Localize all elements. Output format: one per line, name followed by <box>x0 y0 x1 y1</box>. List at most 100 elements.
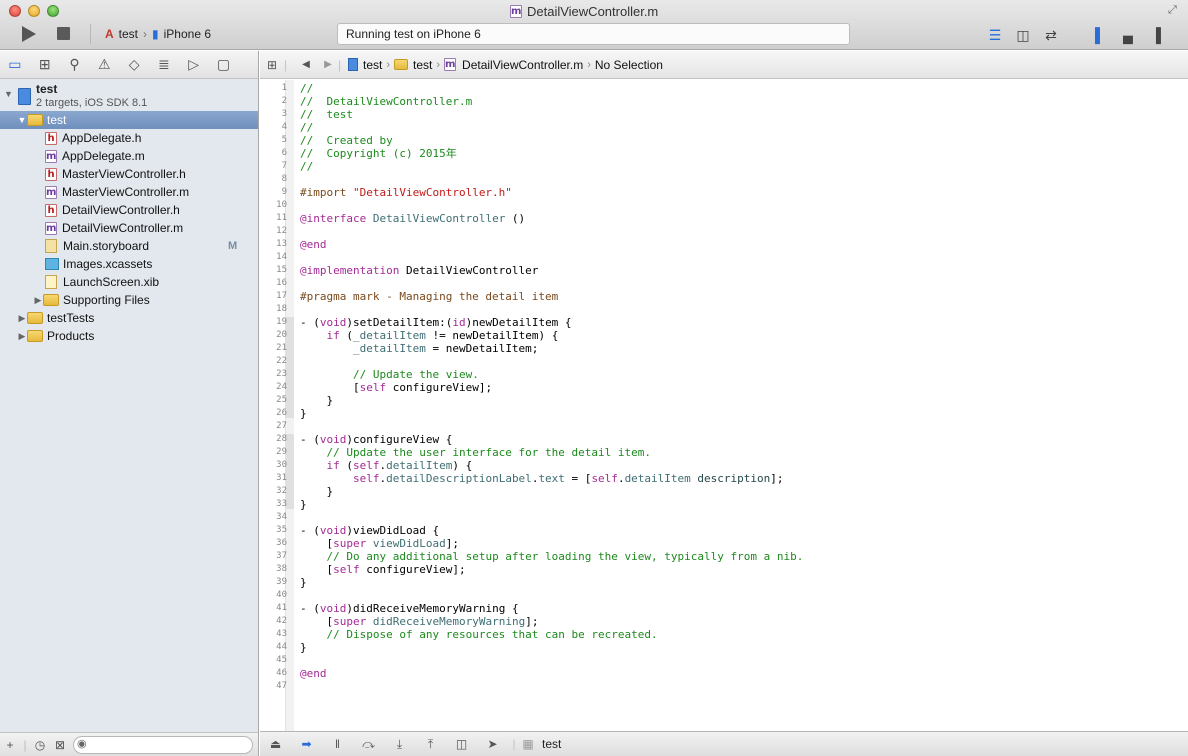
pause-icon[interactable]: ‖ <box>322 737 353 751</box>
code-line[interactable]: // test <box>300 108 353 121</box>
code-line[interactable]: } <box>300 498 307 511</box>
filter-search-field[interactable]: ◉ <box>73 736 253 754</box>
view-debugger-icon[interactable]: ◫ <box>446 737 477 751</box>
code-line[interactable]: if (_detailItem != newDetailItem) { <box>300 329 559 342</box>
breakpoints-toggle-icon[interactable]: ➡ <box>291 737 322 751</box>
navigator-file-row[interactable]: m DetailViewController.m <box>0 219 258 237</box>
close-window-button[interactable] <box>9 5 21 17</box>
code-line[interactable]: @implementation DetailViewController <box>300 264 538 277</box>
code-line[interactable]: // Update the user interface for the det… <box>300 446 652 459</box>
assistant-editor-icon[interactable]: ◫ <box>1009 25 1037 45</box>
fold-marker[interactable] <box>285 434 294 509</box>
code-line[interactable]: // <box>300 82 313 95</box>
code-line[interactable]: // <box>300 121 313 134</box>
code-line[interactable]: [super viewDidLoad]; <box>300 537 459 550</box>
navigator-file-row[interactable]: LaunchScreen.xib <box>0 273 258 291</box>
code-line[interactable]: } <box>300 485 333 498</box>
code-line[interactable]: } <box>300 641 307 654</box>
code-line[interactable]: [self configureView]; <box>300 563 465 576</box>
code-line[interactable]: // Dispose of any resources that can be … <box>300 628 658 641</box>
scheme-name[interactable]: test <box>119 27 138 41</box>
code-line[interactable]: @end <box>300 667 327 680</box>
back-arrow-icon[interactable]: ◀ <box>294 59 318 70</box>
code-line[interactable]: [super didReceiveMemoryWarning]; <box>300 615 538 628</box>
scm-filter-icon[interactable]: ⊠ <box>50 738 70 752</box>
navigator-file-row[interactable]: h DetailViewController.h <box>0 201 258 219</box>
navigator-file-row[interactable]: m MasterViewController.m <box>0 183 258 201</box>
navigator-file-row[interactable]: h MasterViewController.h <box>0 165 258 183</box>
debug-area-toggle-icon[interactable]: ▄ <box>1114 25 1142 45</box>
hide-debug-area-icon[interactable]: ⏏ <box>260 737 291 751</box>
breadcrumb-project[interactable]: test <box>348 58 382 72</box>
project-navigator-tab-icon[interactable]: ▭ <box>0 51 30 79</box>
fullscreen-icon[interactable]: ⤢ <box>1168 4 1182 18</box>
disclosure-collapsed-icon[interactable]: ▶ <box>17 313 27 324</box>
add-icon[interactable]: + <box>0 738 20 752</box>
navigator-file-row[interactable]: Main.storyboard M <box>0 237 258 255</box>
code-line[interactable]: @interface DetailViewController () <box>300 212 525 225</box>
standard-editor-icon[interactable]: ☰ <box>981 25 1009 45</box>
device-name[interactable]: iPhone 6 <box>164 27 211 41</box>
code-line[interactable]: // Created by <box>300 134 393 147</box>
navigator-file-row[interactable]: Images.xcassets <box>0 255 258 273</box>
related-items-icon[interactable]: ⊞ <box>260 58 284 72</box>
step-over-icon[interactable]: ⤼ <box>353 737 384 752</box>
recent-files-icon[interactable]: ◷ <box>30 738 50 752</box>
code-line[interactable]: // DetailViewController.m <box>300 95 472 108</box>
project-root-row[interactable]: ▼ test 2 targets, iOS SDK 8.1 <box>0 81 258 111</box>
step-out-icon[interactable]: ⤒ <box>415 737 446 752</box>
test-navigator-tab-icon[interactable]: ◇ <box>119 51 149 79</box>
find-navigator-tab-icon[interactable]: ⚲ <box>60 51 90 79</box>
breakpoint-navigator-tab-icon[interactable]: ▷ <box>179 51 209 79</box>
debug-target-name[interactable]: test <box>542 737 561 751</box>
stop-button[interactable] <box>57 27 70 40</box>
navigator-group-row[interactable]: ▼ test <box>0 111 258 129</box>
scheme-selector[interactable]: A test › ▮ iPhone 6 <box>90 24 211 44</box>
code-line[interactable]: // Do any additional setup after loading… <box>300 550 804 563</box>
code-line[interactable]: self.detailDescriptionLabel.text = [self… <box>300 472 784 485</box>
breadcrumb-symbol[interactable]: No Selection <box>595 58 663 72</box>
step-into-icon[interactable]: ⤓ <box>384 737 415 752</box>
minimize-window-button[interactable] <box>28 5 40 17</box>
source-editor[interactable]: 1 // 2 // DetailViewController.m 3 // test 4 //… <box>260 80 1188 731</box>
breadcrumb-file[interactable]: m DetailViewController.m <box>444 58 583 72</box>
code-line[interactable]: // <box>300 160 313 173</box>
issue-navigator-tab-icon[interactable]: ⚠ <box>89 51 119 79</box>
code-line[interactable]: [self configureView]; <box>300 381 492 394</box>
navigator-toggle-icon[interactable]: ▌ <box>1086 25 1114 45</box>
code-token: // <box>300 121 314 134</box>
disclosure-collapsed-icon[interactable]: ▶ <box>33 295 43 306</box>
report-navigator-tab-icon[interactable]: ▢ <box>209 51 239 79</box>
simulate-location-icon[interactable]: ➤ <box>477 737 508 751</box>
code-line[interactable]: if (self.detailItem) { <box>300 459 473 472</box>
disclosure-expanded-icon[interactable]: ▼ <box>17 115 27 125</box>
code-line[interactable]: } <box>300 407 307 420</box>
forward-arrow-icon[interactable]: ▶ <box>318 59 338 70</box>
code-line[interactable]: - (void)configureView { <box>300 433 452 446</box>
navigator-group-row[interactable]: ▶ testTests <box>0 309 258 327</box>
code-line[interactable]: @end <box>300 238 327 251</box>
code-line[interactable]: // Update the view. <box>300 368 479 381</box>
code-line[interactable]: // Copyright (c) 2015年 <box>300 147 457 160</box>
code-line[interactable]: } <box>300 394 333 407</box>
zoom-window-button[interactable] <box>47 5 59 17</box>
navigator-file-row[interactable]: h AppDelegate.h <box>0 129 258 147</box>
code-line[interactable]: _detailItem = newDetailItem; <box>300 342 538 355</box>
debug-navigator-tab-icon[interactable]: ≣ <box>149 51 179 79</box>
code-line[interactable]: #pragma mark - Managing the detail item <box>300 290 558 303</box>
code-line[interactable]: - (void)setDetailItem:(id)newDetailItem … <box>300 316 572 329</box>
symbol-navigator-tab-icon[interactable]: ⊞ <box>30 51 60 79</box>
version-editor-icon[interactable]: ⇄ <box>1037 25 1065 45</box>
disclosure-expanded-icon[interactable]: ▼ <box>4 89 13 99</box>
utilities-toggle-icon[interactable]: ▐ <box>1142 25 1170 45</box>
code-line[interactable]: } <box>300 576 307 589</box>
run-button[interactable] <box>22 26 36 42</box>
breadcrumb-group[interactable]: test <box>394 58 432 72</box>
navigator-group-row[interactable]: ▶ Products <box>0 327 258 345</box>
code-line[interactable]: - (void)didReceiveMemoryWarning { <box>300 602 519 615</box>
code-line[interactable]: #import "DetailViewController.h" <box>300 186 512 199</box>
navigator-group-row[interactable]: ▶ Supporting Files <box>0 291 258 309</box>
navigator-file-row[interactable]: m AppDelegate.m <box>0 147 258 165</box>
code-line[interactable]: - (void)viewDidLoad { <box>300 524 439 537</box>
disclosure-collapsed-icon[interactable]: ▶ <box>17 331 27 342</box>
